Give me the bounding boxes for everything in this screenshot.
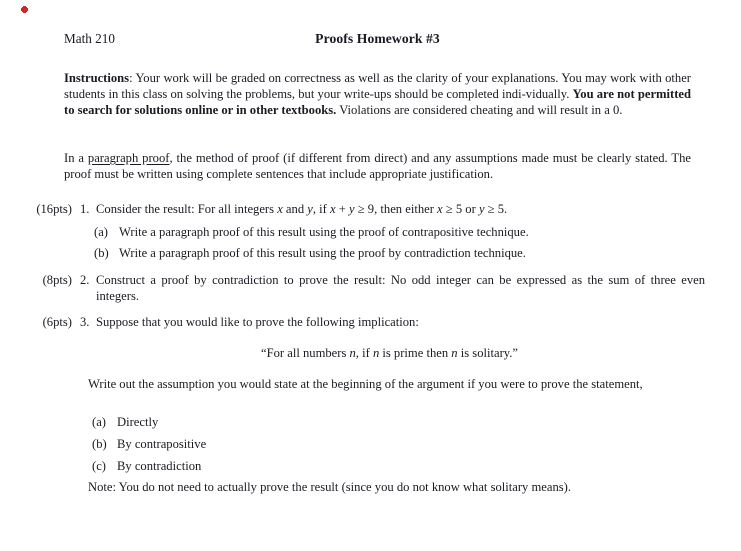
problem-3-note: Note: You do not need to actually prove … [88,480,572,494]
document-header: Math 210 Proofs Homework #3 [64,31,691,49]
problem-1-subitem-a-text: Write a paragraph proof of this result u… [119,225,529,239]
problem-1-mid-2: , if [312,202,330,216]
problem-3-subitem-b-text: By contrapositive [117,437,207,451]
problem-2-points: (8pts) [42,273,72,287]
problem-1-text-lead: Consider the result: For all integers [96,202,278,216]
problem-3-subitem-c-label: (c) [92,459,106,473]
instructions-paragraph: Instructions: Your work will be graded o… [64,70,691,118]
paragraph-proof-lead: In a [64,151,88,165]
quote-open: “For all numbers [261,346,350,360]
instructions-text-part2: Violations are considered cheating and w… [336,103,623,118]
quote-mid-1: , if [355,346,373,360]
quote-mid-2: is prime then [379,346,452,360]
problem-1-mid-1: and [282,202,308,216]
problem-3-points: (6pts) [42,315,72,329]
problem-1-mid-6: ≥ 5. [484,202,508,216]
problem-3-display-quote: “For all numbers n, if n is prime then n… [88,345,691,361]
paragraph-proof-note: In a paragraph proof, the method of proo… [64,150,691,182]
paragraph-proof-term: paragraph proof [87,151,170,165]
problem-1-subitem-b-text: Write a paragraph proof of this result u… [119,246,526,260]
problem-1-mid-5: ≥ 5 or [442,202,479,216]
problem-3-subitem-c-text: By contradiction [117,459,202,473]
problem-3-subitem-a-label: (a) [92,415,106,429]
problem-3-subitem-a-text: Directly [117,415,159,429]
problem-3-subitem-b-label: (b) [92,437,107,451]
problem-1-subitem-b-label: (b) [94,246,109,260]
problem-2-body: Construct a proof by contradiction to pr… [96,273,705,304]
problem-1-mid-3: + [335,202,349,216]
problem-1-subitem-a-label: (a) [94,225,108,239]
problem-3-assumption-text: Write out the assumption you would state… [88,377,643,391]
problem-1-number: 1. [80,202,90,216]
problem-1-body: Consider the result: For all integers x … [96,201,705,217]
red-annotation-mark [21,6,28,13]
problem-1-points: (16pts) [36,202,72,216]
instructions-label: Instructions [64,71,130,85]
page-title: Proofs Homework #3 [315,31,440,46]
problem-3-body: Suppose that you would like to prove the… [96,315,419,329]
problem-1-mid-4: ≥ 9, then either [354,202,438,216]
problem-3-number: 3. [80,315,90,329]
problem-2-number: 2. [80,273,90,287]
quote-close: is solitary.” [457,346,518,360]
homework-page: Math 210 Proofs Homework #3 Instructions… [0,0,741,551]
